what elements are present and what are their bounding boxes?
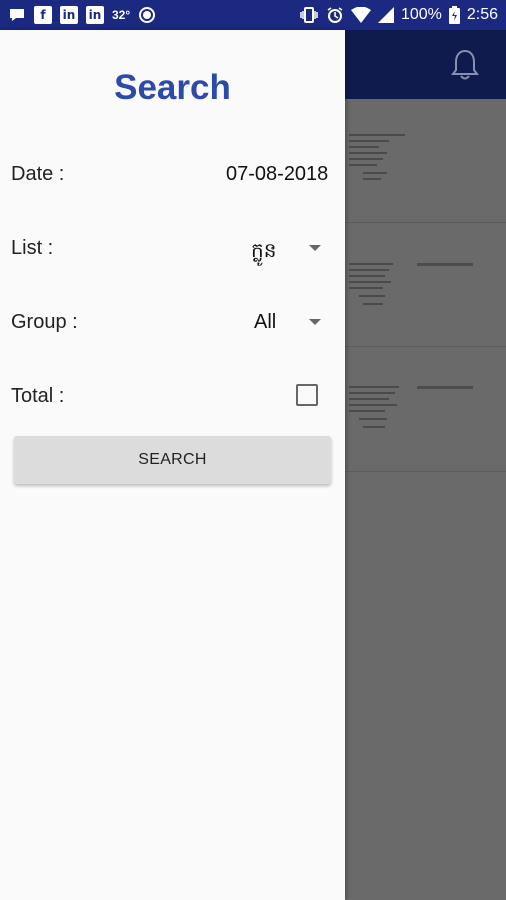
clock-time: 2:56 xyxy=(466,6,498,23)
thumbnail-image xyxy=(349,134,405,190)
messenger-icon xyxy=(8,6,26,24)
list-dropdown-arrow-icon[interactable] xyxy=(309,245,321,251)
list-item[interactable] xyxy=(345,348,506,472)
status-bar: f in in 32° 100% 2:56 xyxy=(0,0,506,30)
list-item-text xyxy=(417,263,473,266)
group-dropdown-arrow-icon[interactable] xyxy=(309,319,321,325)
facebook-icon: f xyxy=(34,6,52,24)
vibrate-icon xyxy=(299,6,319,24)
drawer-title: Search xyxy=(114,68,231,107)
date-label: Date : xyxy=(11,163,65,185)
list-item[interactable] xyxy=(345,223,506,347)
total-checkbox[interactable] xyxy=(296,384,318,406)
group-select-value[interactable]: All xyxy=(254,311,276,334)
circle-icon xyxy=(138,6,156,24)
thumbnail-image xyxy=(349,386,405,442)
group-label: Group : xyxy=(11,311,78,333)
temperature-text: 32° xyxy=(112,8,131,22)
battery-percentage: 100% xyxy=(400,6,442,23)
thumbnail-image xyxy=(349,263,405,319)
date-field[interactable]: 07-08-2018 xyxy=(226,163,328,186)
list-label: List : xyxy=(11,237,54,259)
wifi-icon xyxy=(350,7,371,23)
alarm-icon xyxy=(326,6,344,24)
battery-icon xyxy=(448,6,460,24)
list-item-text xyxy=(417,386,473,389)
total-label: Total : xyxy=(11,385,65,407)
search-button[interactable]: SEARCH xyxy=(14,436,331,484)
status-bar-right: 100% 2:56 xyxy=(299,6,498,24)
linkedin-icon: in xyxy=(86,6,104,24)
bell-icon[interactable] xyxy=(450,48,480,82)
signal-icon xyxy=(377,7,394,23)
linkedin-icon: in xyxy=(60,6,78,24)
list-item[interactable] xyxy=(345,99,506,223)
status-bar-left: f in in 32° xyxy=(8,6,156,24)
list-select-value[interactable]: ក្លូន xyxy=(251,237,276,267)
search-drawer: Search Date : 07-08-2018 List : ក្លូន Gr… xyxy=(0,30,345,900)
